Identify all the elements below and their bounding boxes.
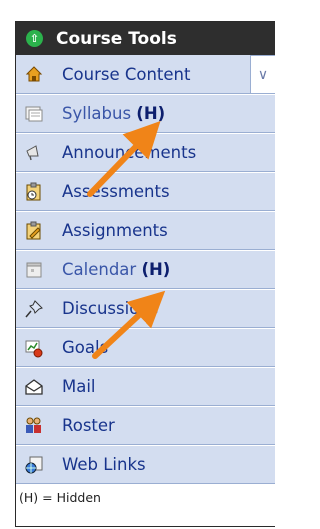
tool-item-label: Assessments xyxy=(62,182,170,201)
tool-list: Course Content ∨ Syllabus (H) Announceme… xyxy=(16,55,275,484)
tool-item-discussions[interactable]: Discussions xyxy=(16,289,275,328)
tool-item-announcements[interactable]: Announcements xyxy=(16,133,275,172)
tool-item-label: Discussions xyxy=(62,299,159,318)
tool-item-label: Roster xyxy=(62,416,115,435)
tool-item-roster[interactable]: Roster xyxy=(16,406,275,445)
tool-item-label: Course Content xyxy=(62,64,191,84)
tool-item-label: Assignments xyxy=(62,221,168,240)
tool-item-mail[interactable]: Mail xyxy=(16,367,275,406)
hidden-marker: (H) xyxy=(141,260,171,279)
tool-item-label: Goals xyxy=(62,338,109,357)
tool-item-assessments[interactable]: Assessments xyxy=(16,172,275,211)
tool-item-label: Web Links xyxy=(62,455,146,474)
people-icon xyxy=(23,415,45,437)
tool-item-label: Announcements xyxy=(62,143,197,162)
panel-title: Course Tools xyxy=(56,28,177,49)
green-circle-chevron-icon: ⇧ xyxy=(26,30,43,47)
collapse-button[interactable]: ∨ xyxy=(250,55,275,94)
course-tools-panel: ⇧ Course Tools Course Content ∨ Syllabus… xyxy=(15,21,275,527)
panel-header: ⇧ Course Tools xyxy=(16,22,275,55)
tool-item-syllabus[interactable]: Syllabus (H) xyxy=(16,94,275,133)
folder-house-icon xyxy=(23,63,45,85)
tool-item-calendar[interactable]: Calendar (H) xyxy=(16,250,275,289)
pushpin-icon xyxy=(23,298,45,320)
tool-item-assignments[interactable]: Assignments xyxy=(16,211,275,250)
target-chart-icon xyxy=(23,337,45,359)
double-chevron-down-icon: ∨ xyxy=(257,66,269,83)
envelope-icon xyxy=(23,376,45,398)
clipboard-clock-icon xyxy=(23,181,45,203)
calendar-icon xyxy=(23,259,45,281)
hidden-marker: (H) xyxy=(136,104,166,123)
tool-item-course-content[interactable]: Course Content xyxy=(16,55,275,94)
tool-item-label: Mail xyxy=(62,377,96,396)
tool-item-label: Syllabus xyxy=(62,104,137,123)
document-icon xyxy=(23,103,45,125)
hidden-legend: (H) = Hidden xyxy=(16,484,275,511)
tool-item-label: Calendar xyxy=(62,260,142,279)
clipboard-pencil-icon xyxy=(23,220,45,242)
megaphone-icon xyxy=(23,142,45,164)
globe-document-icon xyxy=(23,454,45,476)
tool-item-web-links[interactable]: Web Links xyxy=(16,445,275,484)
tool-item-goals[interactable]: Goals xyxy=(16,328,275,367)
